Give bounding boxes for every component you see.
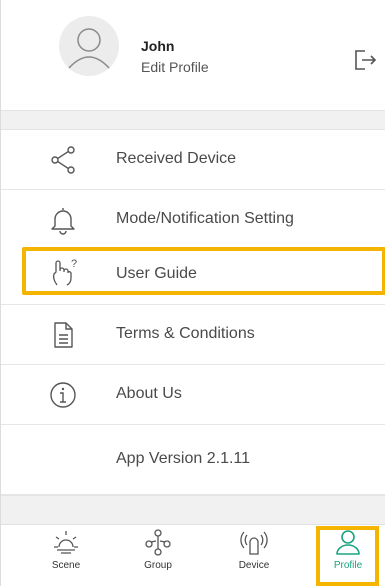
edit-profile-link[interactable]: Edit Profile [141, 59, 209, 75]
user-guide-highlight [22, 247, 385, 295]
menu-label: Terms & Conditions [116, 325, 255, 342]
profile-tab-highlight [316, 526, 379, 586]
tab-label: Device [238, 560, 270, 571]
logout-icon[interactable] [351, 46, 379, 74]
avatar[interactable] [59, 16, 119, 76]
tab-label: Group [144, 560, 172, 571]
document-icon [54, 322, 73, 348]
bell-icon [51, 208, 75, 235]
user-avatar-icon [68, 28, 110, 69]
menu-item-about[interactable]: About Us [1, 365, 385, 425]
menu-label: About Us [116, 385, 182, 402]
menu-item-received-device[interactable]: Received Device [1, 130, 385, 190]
tab-device[interactable]: Device [219, 527, 289, 585]
profile-name: John [141, 38, 175, 54]
section-divider [1, 110, 385, 130]
tab-scene[interactable]: Scene [31, 527, 101, 585]
app-version-label: App Version 2.1.11 [116, 450, 251, 467]
profile-header[interactable]: John Edit Profile [1, 0, 385, 110]
menu-item-mode-notification[interactable]: Mode/Notification Setting [1, 190, 385, 250]
menu-item-terms[interactable]: Terms & Conditions [1, 305, 385, 365]
app-version-row: App Version 2.1.11 [1, 425, 385, 495]
share-icon [51, 146, 75, 174]
device-signal-icon [240, 531, 268, 555]
tab-label: Scene [51, 560, 81, 571]
info-icon [50, 382, 76, 408]
sun-scene-icon [54, 531, 78, 554]
menu-label: Received Device [116, 150, 237, 167]
menu-label: Mode/Notification Setting [116, 210, 294, 227]
tab-group[interactable]: Group [123, 527, 193, 585]
section-divider [1, 495, 385, 524]
group-icon [145, 529, 171, 556]
